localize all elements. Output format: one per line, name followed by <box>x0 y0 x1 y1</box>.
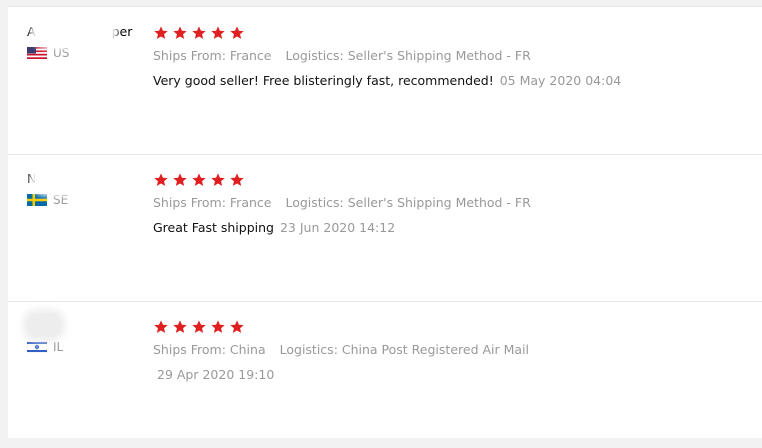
name-redaction <box>27 313 61 337</box>
logistics: Logistics: Seller's Shipping Method - FR <box>285 48 531 63</box>
logistics: Logistics: Seller's Shipping Method - FR <box>285 195 531 210</box>
country-code: US <box>53 46 70 60</box>
reviewer-name-end: per <box>111 24 133 39</box>
star-icon <box>172 172 188 188</box>
country-code: SE <box>53 193 69 207</box>
name-redaction <box>36 166 72 190</box>
review-date: 23 Jun 2020 14:12 <box>279 220 396 235</box>
star-icon <box>153 172 169 188</box>
rating-stars <box>153 319 248 335</box>
star-icon <box>229 319 245 335</box>
star-icon <box>172 319 188 335</box>
review-item: N SE Ships From: France Logistics: Selle… <box>8 154 762 302</box>
review-item: IL Ships From: China Logistics: China Pos… <box>8 301 762 448</box>
country-code: IL <box>53 340 64 354</box>
ships-from: Ships From: China <box>153 342 266 357</box>
star-icon <box>210 25 226 41</box>
reviews-panel: Aper US Ships From: France Logistics: Se… <box>8 6 762 438</box>
reviewer-name-start: A <box>27 24 36 39</box>
ships-from: Ships From: France <box>153 195 272 210</box>
star-icon <box>210 319 226 335</box>
sweden-flag-icon <box>27 194 47 206</box>
review-text: Very good seller! Free blisteringly fast… <box>153 73 494 88</box>
review-text: Great Fast shipping <box>153 220 274 235</box>
review-item: Aper US Ships From: France Logistics: Se… <box>8 7 762 155</box>
israel-flag-icon <box>27 341 47 353</box>
star-icon <box>153 25 169 41</box>
star-icon <box>191 319 207 335</box>
logistics: Logistics: China Post Registered Air Mai… <box>279 342 530 357</box>
star-icon <box>172 25 188 41</box>
star-icon <box>210 172 226 188</box>
shipping-info: Ships From: China Logistics: China Post R… <box>153 342 529 357</box>
review-content: 29 Apr 2020 19:10 <box>153 367 274 382</box>
review-date: 05 May 2020 04:04 <box>499 73 622 88</box>
reviewer-country: SE <box>27 193 147 207</box>
shipping-info: Ships From: France Logistics: Seller's Sh… <box>153 48 531 63</box>
reviewer-country: IL <box>27 340 147 354</box>
reviewer-name <box>27 313 147 337</box>
us-flag-icon <box>27 47 47 59</box>
ships-from: Ships From: France <box>153 48 272 63</box>
reviewer-name: N <box>27 166 147 190</box>
reviewer-country: US <box>27 46 147 60</box>
name-redaction <box>37 19 111 43</box>
rating-stars <box>153 25 248 41</box>
reviewer-info: IL <box>27 313 147 354</box>
review-content: Very good seller! Free blisteringly fast… <box>153 73 621 88</box>
rating-stars <box>153 172 248 188</box>
star-icon <box>191 25 207 41</box>
reviewer-name: Aper <box>27 19 147 43</box>
reviewer-info: Aper US <box>27 19 147 60</box>
star-icon <box>153 319 169 335</box>
reviewer-info: N SE <box>27 166 147 207</box>
star-icon <box>229 172 245 188</box>
star-icon <box>229 25 245 41</box>
shipping-info: Ships From: France Logistics: Seller's Sh… <box>153 195 531 210</box>
reviewer-name-start: N <box>27 171 37 186</box>
review-date: 29 Apr 2020 19:10 <box>157 367 275 382</box>
review-content: Great Fast shipping 23 Jun 2020 14:12 <box>153 220 395 235</box>
star-icon <box>191 172 207 188</box>
